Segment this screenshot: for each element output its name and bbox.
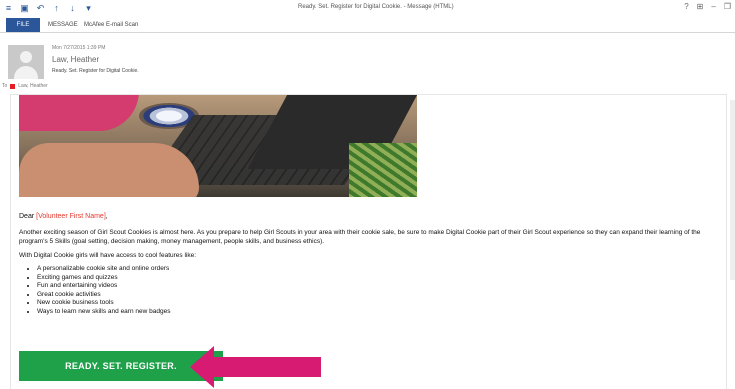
menu-icon[interactable]: ≡	[4, 3, 13, 13]
title-bar: ≡ ▣ ↶ ↑ ↓ ▾ Ready. Set. Register for Dig…	[0, 0, 735, 18]
hero-image	[19, 95, 417, 197]
message-subject: Ready. Set. Register for Digital Cookie.	[52, 68, 139, 74]
avatar-body-shape	[14, 66, 38, 79]
salutation-suffix: ,	[105, 213, 108, 220]
scrollbar[interactable]	[730, 100, 735, 280]
message-header: Mon 7/27/2015 1:39 PM Law, Heather Ready…	[0, 33, 735, 93]
next-item-icon[interactable]: ↓	[68, 3, 77, 13]
salutation: Dear [Volunteer First Name],	[19, 213, 108, 220]
hero-arm-shape	[19, 143, 199, 197]
save-icon[interactable]: ▣	[20, 3, 29, 13]
ribbon-display-options-icon[interactable]: ⊞	[697, 2, 704, 11]
message-body: Dear [Volunteer First Name], Another exc…	[10, 94, 727, 389]
list-item: Ways to learn new skills and earn new ba…	[37, 308, 170, 317]
avatar	[8, 45, 44, 79]
customize-toolbar-icon[interactable]: ▾	[84, 3, 93, 13]
features-list: A personalizable cookie site and online …	[29, 265, 170, 317]
ribbon-tabs: FILE MESSAGE McAfee E-mail Scan	[0, 18, 735, 33]
quick-access-toolbar: ≡ ▣ ↶ ↑ ↓ ▾	[4, 3, 93, 13]
window-title: Ready. Set. Register for Digital Cookie.…	[298, 4, 454, 10]
hero-background-shape	[349, 143, 417, 197]
restore-icon[interactable]: ❐	[724, 2, 731, 11]
tab-mcafee-email-scan[interactable]: McAfee E-mail Scan	[84, 18, 138, 32]
to-label: To	[2, 83, 8, 89]
help-icon[interactable]: ?	[684, 2, 688, 11]
message-date: Mon 7/27/2015 1:39 PM	[52, 45, 106, 51]
hero-shirt-shape	[19, 95, 139, 131]
merge-field: [Volunteer First Name]	[36, 213, 106, 220]
avatar-head-shape	[20, 51, 32, 63]
list-item: A personalizable cookie site and online …	[37, 265, 170, 274]
window-controls: ? ⊞ – ❐	[684, 2, 731, 11]
minimize-icon[interactable]: –	[711, 2, 715, 11]
sender-name[interactable]: Law, Heather	[52, 55, 99, 64]
previous-item-icon[interactable]: ↑	[52, 3, 61, 13]
recipient-line: To Law, Heather	[2, 83, 48, 89]
undo-icon[interactable]: ↶	[36, 3, 45, 13]
tab-message[interactable]: MESSAGE	[48, 18, 78, 32]
salutation-prefix: Dear	[19, 213, 37, 220]
pointer-arrow-icon	[190, 346, 321, 388]
features-intro: With Digital Cookie girls will have acce…	[19, 252, 197, 259]
list-item: Great cookie activities	[37, 291, 170, 300]
list-item: Exciting games and quizzes	[37, 274, 170, 283]
list-item: New cookie business tools	[37, 299, 170, 308]
list-item: Fun and entertaining videos	[37, 282, 170, 291]
presence-icon	[10, 83, 16, 89]
recipient-name[interactable]: Law, Heather	[18, 83, 47, 89]
intro-paragraph: Another exciting season of Girl Scout Co…	[19, 229, 701, 245]
tab-file[interactable]: FILE	[6, 18, 40, 32]
